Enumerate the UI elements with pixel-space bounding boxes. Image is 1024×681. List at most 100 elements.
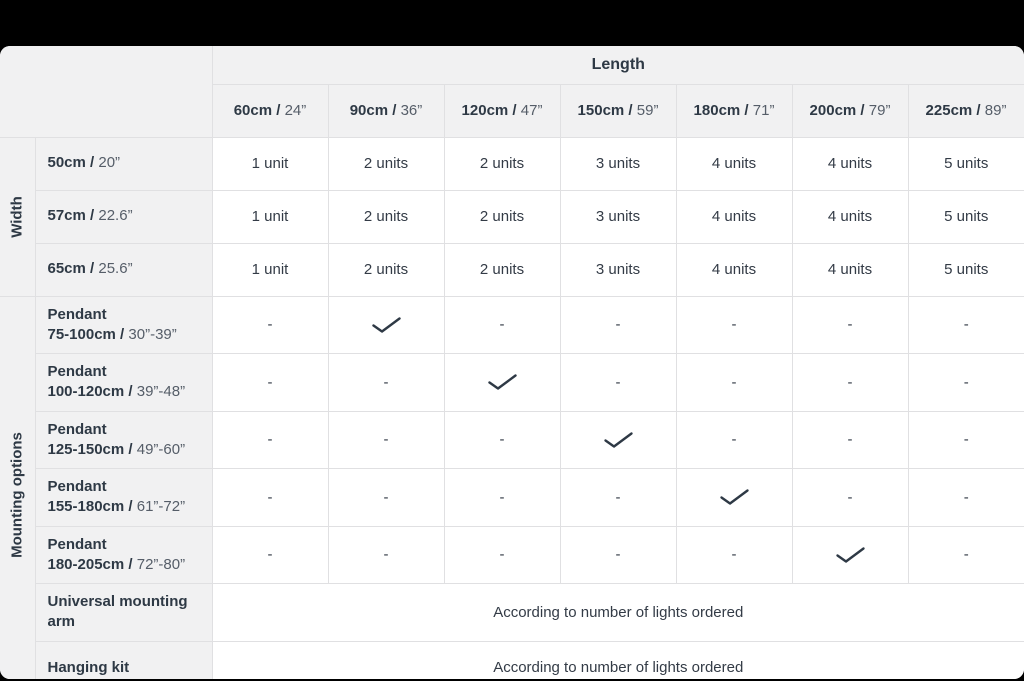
column-imperial: 24” — [284, 102, 307, 119]
row-imperial: 49”-60” — [136, 440, 186, 458]
row-title: Pendant — [47, 535, 107, 553]
option-cell: - — [211, 525, 329, 584]
width-axis-label: Width — [0, 136, 36, 297]
row-metric: 50cm / — [47, 154, 95, 172]
option-cell: - — [211, 353, 329, 412]
column-header: 225cm / 89” — [907, 83, 1024, 138]
row-metric: 125-150cm / — [47, 440, 133, 458]
option-cell — [443, 353, 561, 412]
column-imperial: 71” — [752, 102, 775, 119]
column-header: 180cm / 71” — [675, 83, 793, 138]
option-cell — [559, 410, 677, 469]
table-row-hanging-kit: Hanging kit According to number of light… — [0, 640, 1024, 679]
row-label: 50cm / 20” — [34, 136, 213, 191]
option-cell: - — [559, 468, 677, 527]
row-label: Hanging kit — [34, 640, 213, 679]
option-cell: - — [907, 468, 1024, 527]
option-cell: - — [791, 353, 909, 412]
unit-cell: 2 units — [327, 189, 445, 244]
row-label: Universal mounting arm — [34, 583, 213, 642]
option-cell: - — [211, 468, 329, 527]
row-label: Pendant 75-100cm / 30”-39” — [34, 295, 213, 354]
table-row-pendant-2: Pendant 100-120cm / 39”-48” - - - - - - — [0, 353, 1024, 412]
table-row-width-50: Width 50cm / 20” 1 unit 2 units 2 units … — [0, 136, 1024, 297]
option-cell: - — [675, 525, 793, 584]
check-icon — [371, 317, 401, 333]
unit-cell: 3 units — [559, 189, 677, 244]
option-cell: - — [443, 525, 561, 584]
unit-cell: 4 units — [791, 189, 909, 244]
column-imperial: 79” — [868, 102, 891, 119]
option-cell — [675, 468, 793, 527]
option-cell: - — [675, 410, 793, 469]
width-axis-text: Width — [8, 195, 26, 238]
table-row-pendant-5: Pendant 180-205cm / 72”-80” - - - - - - — [0, 525, 1024, 584]
row-imperial: 72”-80” — [136, 555, 186, 573]
option-cell: - — [443, 295, 561, 354]
option-cell: - — [211, 410, 329, 469]
column-metric: 200cm / — [809, 102, 865, 119]
unit-cell: 2 units — [443, 242, 561, 297]
column-imperial: 36” — [400, 102, 423, 119]
unit-cell: 2 units — [443, 189, 561, 244]
option-cell: - — [791, 468, 909, 527]
unit-cell: 1 unit — [211, 189, 329, 244]
row-metric: 65cm / — [47, 260, 95, 278]
option-cell — [327, 295, 445, 354]
column-metric: 225cm / — [925, 102, 981, 119]
row-imperial: 20” — [98, 154, 121, 172]
row-title: Pendant — [47, 305, 107, 323]
check-icon — [835, 547, 865, 563]
column-metric: 180cm / — [693, 102, 749, 119]
option-cell: - — [327, 410, 445, 469]
column-imperial: 47” — [520, 102, 543, 119]
row-label: Pendant 180-205cm / 72”-80” — [34, 525, 213, 584]
unit-cell: 5 units — [907, 242, 1024, 297]
column-header: 90cm / 36” — [327, 83, 445, 138]
spec-table: Length 60cm / 24” 90cm / 36” 120cm / 47”… — [0, 46, 1024, 679]
table-row-pendant-4: Pendant 155-180cm / 61”-72” - - - - - - — [0, 468, 1024, 527]
accessory-value-cell: According to number of lights ordered — [211, 640, 1024, 679]
unit-cell: 4 units — [675, 189, 793, 244]
option-cell: - — [327, 525, 445, 584]
option-cell: - — [791, 295, 909, 354]
option-cell: - — [443, 410, 561, 469]
table-row-width-57: 57cm / 22.6” 1 unit 2 units 2 units 3 un… — [0, 189, 1024, 244]
spec-table-card: Length 60cm / 24” 90cm / 36” 120cm / 47”… — [0, 46, 1024, 679]
option-cell: - — [211, 295, 329, 354]
table-row-width-65: 65cm / 25.6” 1 unit 2 units 2 units 3 un… — [0, 242, 1024, 297]
check-icon — [487, 374, 517, 390]
unit-cell: 1 unit — [211, 242, 329, 297]
unit-cell: 2 units — [327, 136, 445, 191]
option-cell — [791, 525, 909, 584]
column-header: 120cm / 47” — [443, 83, 561, 138]
option-cell: - — [675, 353, 793, 412]
column-metric: 60cm / — [233, 102, 281, 119]
row-imperial: 30”-39” — [128, 325, 177, 343]
option-cell: - — [327, 468, 445, 527]
row-imperial: 39”-48” — [136, 383, 186, 401]
column-header: 150cm / 59” — [559, 83, 677, 138]
option-cell: - — [443, 468, 561, 527]
option-cell: - — [907, 353, 1024, 412]
column-header: 60cm / 24” — [211, 83, 329, 138]
unit-cell: 2 units — [327, 242, 445, 297]
option-cell: - — [559, 353, 677, 412]
row-metric: 100-120cm / — [47, 383, 133, 401]
option-cell: - — [327, 353, 445, 412]
option-cell: - — [907, 295, 1024, 354]
mounting-axis-text: Mounting options — [8, 432, 26, 558]
option-cell: - — [907, 525, 1024, 584]
unit-cell: 4 units — [675, 136, 793, 191]
length-header-row: Length — [0, 46, 1024, 138]
mounting-axis-label: Mounting options — [0, 295, 36, 679]
unit-cell: 3 units — [559, 136, 677, 191]
option-cell: - — [791, 410, 909, 469]
column-imperial: 59” — [636, 102, 659, 119]
length-axis-title: Length — [211, 46, 1024, 85]
row-imperial: 61”-72” — [136, 498, 186, 516]
row-label: 65cm / 25.6” — [34, 242, 213, 297]
accessory-value-cell: According to number of lights ordered — [211, 583, 1024, 642]
table-row-universal-mounting-arm: Universal mounting arm According to numb… — [0, 583, 1024, 642]
row-metric: 155-180cm / — [47, 498, 133, 516]
